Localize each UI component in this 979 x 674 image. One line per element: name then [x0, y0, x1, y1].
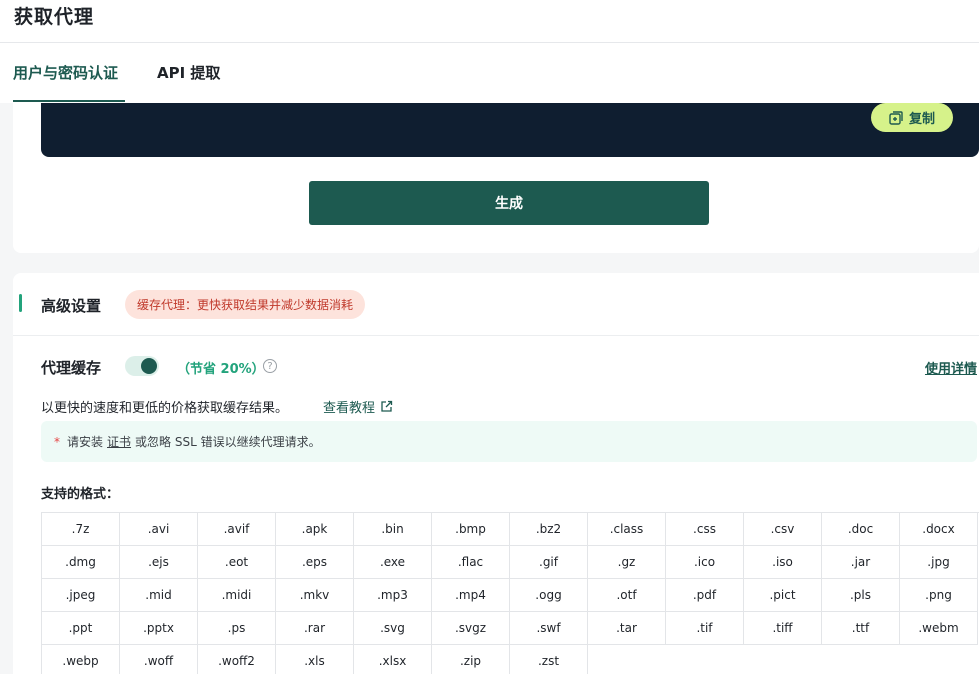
format-cell: .avi [120, 513, 198, 546]
format-cell: .xlsx [354, 645, 432, 674]
format-cell: .tif [666, 612, 744, 645]
copy-icon [889, 110, 903, 125]
top-bar: 获取代理 [0, 0, 979, 43]
format-cell: .class [588, 513, 666, 546]
format-cell: .bmp [432, 513, 510, 546]
format-cell: .ogg [510, 579, 588, 612]
format-cell: .eot [198, 546, 276, 579]
format-cell: .ps [198, 612, 276, 645]
required-star: * [54, 434, 60, 449]
format-cell: .mid [120, 579, 198, 612]
notice-text-before: 请安装 [67, 435, 104, 449]
usage-details-link[interactable]: 使用详情 [925, 358, 977, 377]
format-cell: .iso [744, 546, 822, 579]
proxy-cache-toggle[interactable] [125, 356, 159, 376]
format-cell: .ttf [822, 612, 900, 645]
format-cell: .zst [510, 645, 588, 674]
format-cell: .jar [822, 546, 900, 579]
tab-user-password-auth[interactable]: 用户与密码认证 [13, 62, 118, 83]
format-cell: .flac [432, 546, 510, 579]
toggle-knob [141, 358, 157, 374]
advanced-settings-title: 高级设置 [41, 297, 102, 315]
cache-proxy-badge: 缓存代理：更快获取结果并减少数据消耗 [125, 290, 366, 319]
format-cell: .csv [744, 513, 822, 546]
format-cell: .ppt [42, 612, 120, 645]
tab-api-extract[interactable]: API 提取 [157, 62, 220, 83]
format-cell: .7z [42, 513, 120, 546]
ssl-notice: * 请安装 证书 或忽略 SSL 错误以继续代理请求。 [41, 421, 977, 462]
copy-button-label: 复制 [908, 112, 935, 127]
format-cell: .mp3 [354, 579, 432, 612]
proxy-cache-label: 代理缓存 [41, 359, 102, 377]
generated-code-box: 复制 [41, 103, 979, 157]
format-cell: .ejs [120, 546, 198, 579]
format-cell: .docx [900, 513, 978, 546]
format-cell: .tar [588, 612, 666, 645]
section-accent-bar [19, 294, 22, 312]
format-cell: .swf [510, 612, 588, 645]
format-cell: .jpg [900, 546, 978, 579]
format-cell: .exe [354, 546, 432, 579]
format-cell: .eps [276, 546, 354, 579]
advanced-settings-header: 高级设置 缓存代理：更快获取结果并减少数据消耗 [13, 273, 979, 336]
format-cell: .midi [198, 579, 276, 612]
proxy-cache-row: 代理缓存 （节省 20%） ? 使用详情 [41, 356, 979, 377]
cache-description: 以更快的速度和更低的价格获取缓存结果。 [41, 401, 289, 416]
supported-formats-label: 支持的格式： [41, 487, 120, 502]
savings-text: （节省 20%） [177, 362, 265, 377]
generator-card: 复制 生成 [13, 103, 979, 253]
format-cell: .pdf [666, 579, 744, 612]
copy-button[interactable]: 复制 [871, 103, 953, 132]
format-cell: .dmg [42, 546, 120, 579]
format-cell: .bz2 [510, 513, 588, 546]
format-cell: .pict [744, 579, 822, 612]
format-cell: .webp [42, 645, 120, 674]
format-cell: .css [666, 513, 744, 546]
format-cell: .woff [120, 645, 198, 674]
format-cell: .gif [510, 546, 588, 579]
format-cell: .rar [276, 612, 354, 645]
format-cell: .pptx [120, 612, 198, 645]
page-title: 获取代理 [14, 6, 95, 28]
format-cell: .gz [588, 546, 666, 579]
tab-bar: 用户与密码认证 API 提取 [0, 43, 979, 103]
supported-formats-grid: .7z .avi .avif .apk .bin .bmp .bz2 .class .css .c… [41, 512, 979, 674]
format-cell: .avif [198, 513, 276, 546]
format-cell: .xls [276, 645, 354, 674]
format-cell: .mp4 [432, 579, 510, 612]
format-cell: .png [900, 579, 978, 612]
format-cell: .bin [354, 513, 432, 546]
format-cell: .woff2 [198, 645, 276, 674]
view-tutorial-link[interactable]: 查看教程 [323, 397, 393, 416]
format-cell: .otf [588, 579, 666, 612]
format-cell: .svgz [432, 612, 510, 645]
format-cell: .mkv [276, 579, 354, 612]
generate-button[interactable]: 生成 [309, 181, 709, 225]
format-cell: .jpeg [42, 579, 120, 612]
format-cell: .apk [276, 513, 354, 546]
format-cell: .pls [822, 579, 900, 612]
certificate-link[interactable]: 证书 [107, 433, 131, 450]
notice-text-after: 或忽略 SSL 错误以继续代理请求。 [135, 435, 321, 449]
format-cell: .doc [822, 513, 900, 546]
active-tab-indicator [13, 100, 125, 102]
format-cell: .ico [666, 546, 744, 579]
question-circle-icon[interactable]: ? [263, 359, 277, 373]
view-tutorial-label: 查看教程 [323, 401, 376, 416]
format-cell: .webm [900, 612, 978, 645]
external-link-icon [381, 400, 393, 412]
format-cell: .tiff [744, 612, 822, 645]
format-cell: .svg [354, 612, 432, 645]
advanced-settings-card: 高级设置 缓存代理：更快获取结果并减少数据消耗 代理缓存 （节省 20%） ? … [13, 273, 979, 674]
format-cell: .zip [432, 645, 510, 674]
